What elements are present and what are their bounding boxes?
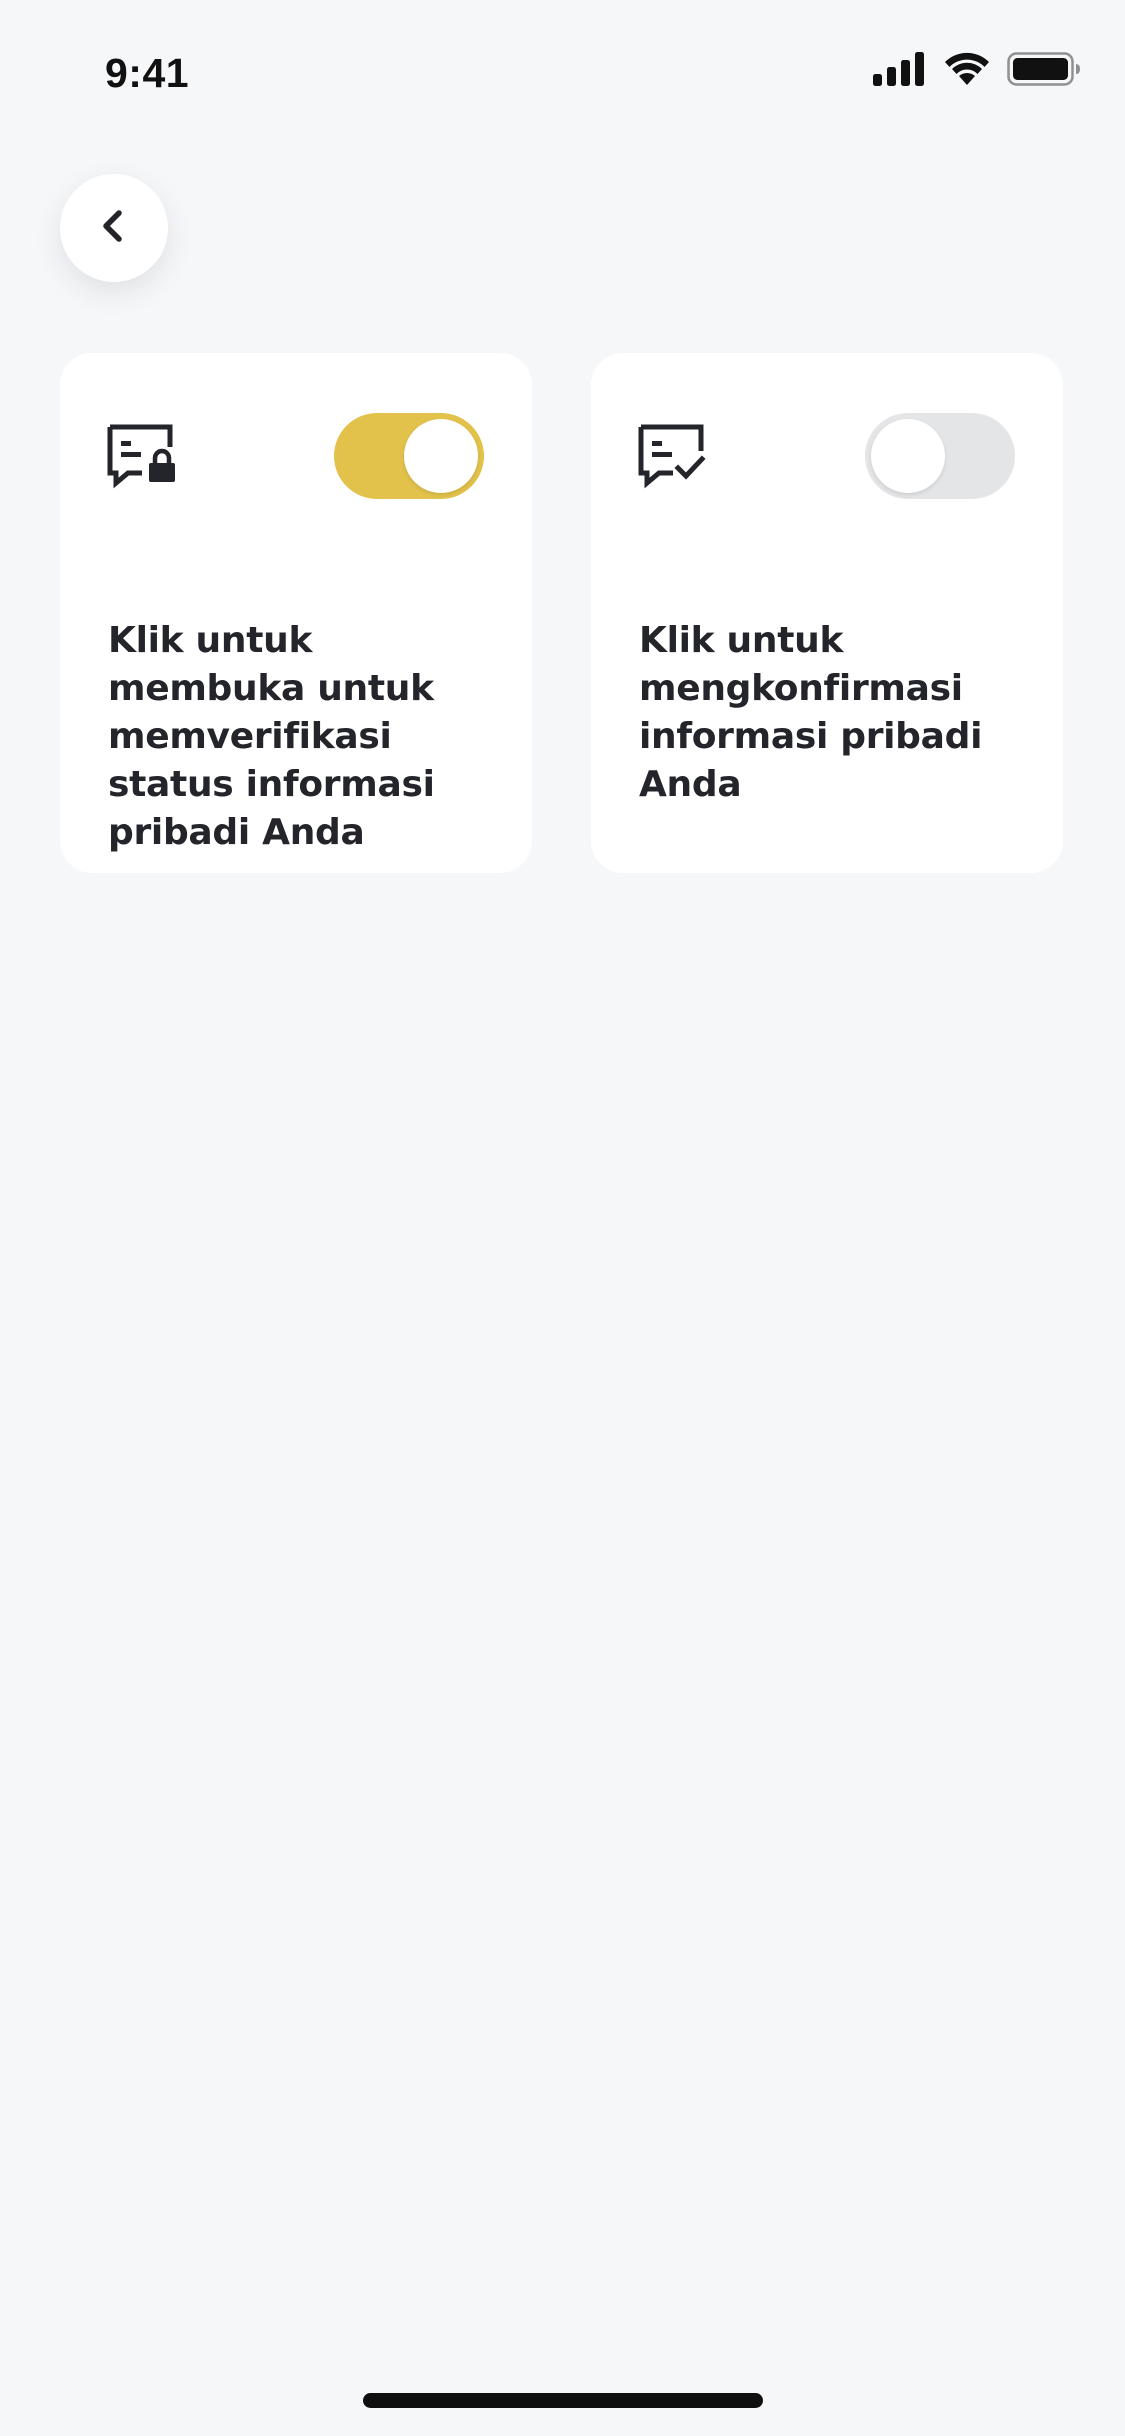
verify-status-card[interactable]: Klik untuk membuka untuk memverifikasi s…	[60, 353, 532, 873]
message-check-icon	[637, 423, 709, 489]
status-icons	[873, 52, 1081, 86]
battery-icon	[1007, 52, 1081, 86]
wifi-icon	[943, 52, 991, 86]
toggle-knob	[404, 419, 478, 493]
message-lock-icon	[106, 423, 178, 489]
home-indicator[interactable]	[363, 2393, 763, 2408]
chevron-left-icon	[94, 206, 134, 251]
toggle-knob	[871, 419, 945, 493]
confirm-info-text: Klik untuk mengkonfirmasi informasi prib…	[639, 620, 983, 805]
back-button[interactable]	[60, 174, 168, 282]
confirm-info-toggle[interactable]	[865, 413, 1015, 499]
screen: 9:41 Klik untuk membuka untuk memverifik…	[0, 0, 1125, 2436]
verify-status-toggle[interactable]	[334, 413, 484, 499]
verify-status-text: Klik untuk membuka untuk memverifikasi s…	[108, 620, 435, 853]
signal-icon	[873, 52, 927, 86]
confirm-info-card[interactable]: Klik untuk mengkonfirmasi informasi prib…	[591, 353, 1063, 873]
status-bar: 9:41	[0, 0, 1125, 140]
status-time: 9:41	[105, 50, 190, 96]
